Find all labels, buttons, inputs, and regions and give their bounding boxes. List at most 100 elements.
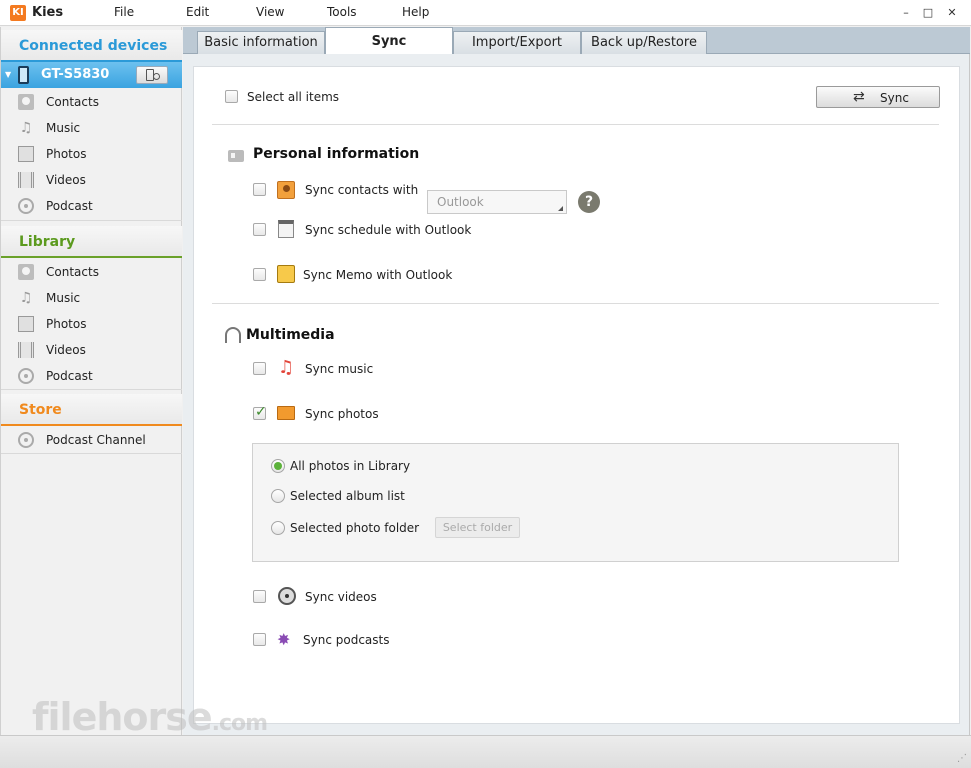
sidebar-item-label: Music xyxy=(46,291,81,305)
help-icon[interactable]: ? xyxy=(578,191,600,213)
sidebar-item-label: Contacts xyxy=(46,265,99,279)
status-bar: ⋰ xyxy=(0,735,971,768)
menu-edit[interactable]: Edit xyxy=(186,5,209,19)
personal-information-title: Personal information xyxy=(253,146,420,162)
dropdown-value: Outlook xyxy=(437,195,484,209)
sidebar-item-label: Contacts xyxy=(46,95,99,109)
select-all-checkbox[interactable] xyxy=(225,90,238,103)
sync-podcasts-label: Sync podcasts xyxy=(303,633,390,647)
film-reel-icon xyxy=(278,587,296,605)
divider xyxy=(212,303,939,304)
sidebar-item-podcast-channel[interactable]: Podcast Channel xyxy=(1,427,182,453)
watermark-text: filehorse xyxy=(32,695,213,739)
headphones-icon xyxy=(225,327,241,343)
sidebar-item-library-music[interactable]: ♫ Music xyxy=(1,285,182,311)
disconnect-device-button[interactable] xyxy=(136,66,168,84)
maximize-icon[interactable]: □ xyxy=(917,3,939,23)
kies-logo-icon: KI xyxy=(10,5,26,21)
selected-folder-label: Selected photo folder xyxy=(290,521,420,535)
selected-album-radio[interactable] xyxy=(271,489,285,503)
podcast-icon xyxy=(18,368,34,384)
sync-memo-label: Sync Memo with Outlook xyxy=(303,268,453,282)
sync-music-label: Sync music xyxy=(305,362,374,376)
store-header: Store xyxy=(1,394,182,426)
sync-videos-label: Sync videos xyxy=(305,590,377,604)
sidebar-item-label: Photos xyxy=(46,147,87,161)
tab-basic-information[interactable]: Basic information xyxy=(197,31,325,54)
sidebar-item-device-videos[interactable]: Videos xyxy=(1,167,182,193)
sidebar-item-label: Music xyxy=(46,121,81,135)
phone-icon xyxy=(18,66,29,84)
sidebar-item-device-contacts[interactable]: Contacts xyxy=(1,89,182,115)
sync-photos-checkbox[interactable] xyxy=(253,404,267,420)
connected-devices-header: Connected devices xyxy=(1,30,182,62)
sync-videos-checkbox[interactable] xyxy=(253,590,266,603)
select-folder-button[interactable]: Select folder xyxy=(435,517,520,538)
tab-sync[interactable]: Sync xyxy=(325,27,453,55)
contacts-icon xyxy=(18,264,34,280)
device-name: GT-S5830 xyxy=(41,67,110,82)
podcast-icon: ✸ xyxy=(277,630,291,649)
calendar-icon xyxy=(278,220,294,238)
photo-options-panel: All photos in Library Selected album lis… xyxy=(252,443,899,562)
expand-arrow-icon[interactable]: ▼ xyxy=(5,70,11,79)
sidebar-item-library-videos[interactable]: Videos xyxy=(1,337,182,363)
sidebar-item-label: Photos xyxy=(46,317,87,331)
sidebar-item-device-podcast[interactable]: Podcast xyxy=(1,193,182,219)
content-area: Select all items ⇄ Sync Personal informa… xyxy=(183,54,970,735)
minimize-icon[interactable]: – xyxy=(895,3,917,23)
divider xyxy=(1,389,182,390)
film-icon xyxy=(18,342,34,358)
sidebar-item-library-contacts[interactable]: Contacts xyxy=(1,259,182,285)
menu-help[interactable]: Help xyxy=(402,5,429,19)
sidebar-item-label: Podcast xyxy=(46,199,93,213)
sync-contacts-label: Sync contacts with xyxy=(305,183,419,197)
sync-panel: Select all items ⇄ Sync Personal informa… xyxy=(193,66,960,724)
tab-backup-restore[interactable]: Back up/Restore xyxy=(581,31,707,54)
contacts-icon xyxy=(277,181,295,199)
sync-button[interactable]: ⇄ Sync xyxy=(816,86,940,108)
music-icon: ♫ xyxy=(278,357,295,378)
sidebar-item-library-podcast[interactable]: Podcast xyxy=(1,363,182,389)
sync-schedule-checkbox[interactable] xyxy=(253,223,266,236)
all-photos-radio[interactable] xyxy=(271,459,285,473)
close-icon[interactable]: ✕ xyxy=(941,3,963,23)
sidebar-item-label: Videos xyxy=(46,173,86,187)
music-note-icon: ♫ xyxy=(19,290,33,306)
podcast-icon xyxy=(18,198,34,214)
multimedia-title: Multimedia xyxy=(246,327,335,343)
unlink-icon xyxy=(153,73,160,80)
library-header: Library xyxy=(1,226,182,258)
tab-import-export[interactable]: Import/Export xyxy=(453,31,581,54)
sidebar-item-label: Videos xyxy=(46,343,86,357)
app-title: Kies xyxy=(32,5,64,20)
sync-button-label: Sync xyxy=(880,91,909,105)
music-note-icon: ♫ xyxy=(19,120,33,136)
sidebar-item-device-music[interactable]: ♫ Music xyxy=(1,115,182,141)
sync-memo-checkbox[interactable] xyxy=(253,268,266,281)
selected-album-label: Selected album list xyxy=(290,489,405,503)
contacts-source-dropdown[interactable]: Outlook xyxy=(427,190,567,214)
sidebar-item-device-photos[interactable]: Photos xyxy=(1,141,182,167)
sync-music-checkbox[interactable] xyxy=(253,362,266,375)
photos-icon xyxy=(277,406,295,420)
selected-folder-radio[interactable] xyxy=(271,521,285,535)
film-icon xyxy=(18,172,34,188)
sync-schedule-label: Sync schedule with Outlook xyxy=(305,223,472,237)
resize-grip-icon[interactable]: ⋰ xyxy=(957,753,967,764)
watermark-suffix: .com xyxy=(211,711,268,736)
memo-icon xyxy=(277,265,295,283)
device-row[interactable]: ▼ GT-S5830 xyxy=(1,62,182,88)
sync-podcasts-checkbox[interactable] xyxy=(253,633,266,646)
divider xyxy=(1,453,182,454)
dropdown-arrow-icon xyxy=(558,206,563,211)
menu-file[interactable]: File xyxy=(114,5,134,19)
contact-card-icon xyxy=(228,150,244,162)
sidebar-item-library-photos[interactable]: Photos xyxy=(1,311,182,337)
menu-tools[interactable]: Tools xyxy=(327,5,357,19)
sidebar-item-label: Podcast xyxy=(46,369,93,383)
menu-view[interactable]: View xyxy=(256,5,284,19)
sidebar: Connected devices ▼ GT-S5830 Contacts ♫ M… xyxy=(0,27,182,735)
photo-icon xyxy=(18,146,34,162)
sync-contacts-checkbox[interactable] xyxy=(253,183,266,196)
